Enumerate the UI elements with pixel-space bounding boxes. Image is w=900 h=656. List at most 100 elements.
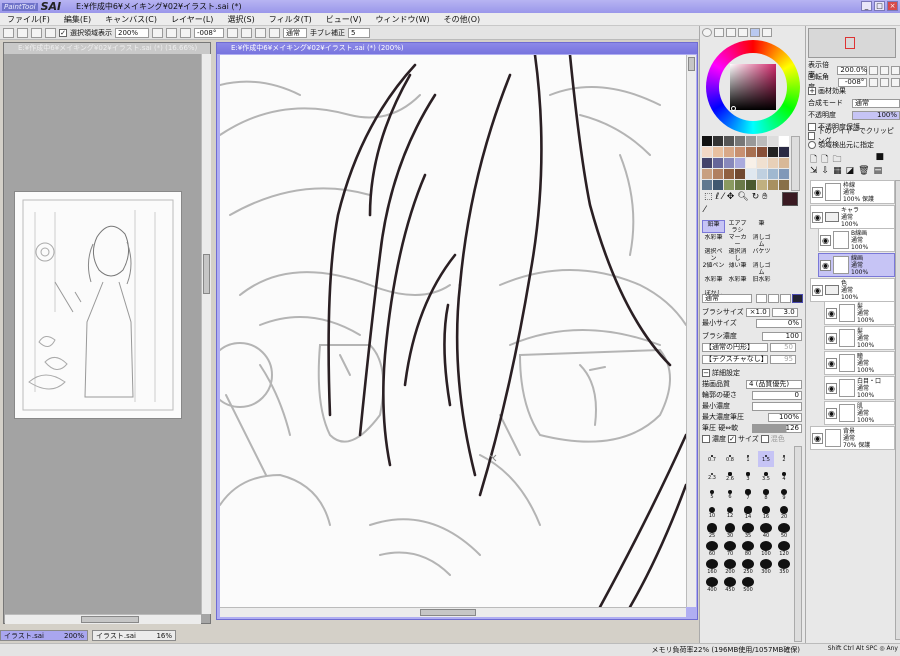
brush-size-preset[interactable]: 500 [740,577,756,593]
brush-shape-select[interactable]: 【通常の円形】 [702,343,768,352]
detail-settings-header[interactable]: − 詳細設定 [702,368,740,378]
brush-size-preset[interactable]: 80 [740,541,756,557]
color-swatch[interactable] [735,169,745,179]
menu-file[interactable]: ファイル(F) [0,14,57,25]
color-swatch[interactable] [724,169,734,179]
overview-vertical-scrollbar[interactable] [201,54,211,614]
nav-rotate-right-button[interactable] [880,77,890,87]
brush-size-preset[interactable]: 4 [776,469,792,485]
preserve-opacity-checkbox[interactable] [808,122,816,131]
brush-size-preset[interactable]: 400 [704,577,720,593]
color-swatch[interactable] [757,158,767,168]
brush-density-value[interactable]: 100 [762,331,802,341]
zoom-reset-button[interactable] [180,27,191,38]
color-swatch[interactable] [757,169,767,179]
brush-size-preset[interactable]: 14 [740,505,756,521]
brush-size-multiplier[interactable]: ×1.0 [745,307,770,317]
texture-effect-header[interactable]: + 画材効果 [808,86,846,96]
brush-size-preset[interactable]: 250 [740,559,756,575]
drawing-canvas[interactable] [220,55,686,607]
layer-visibility-icon[interactable]: ◉ [826,407,837,419]
brush-mode-select[interactable]: 通常 [702,294,752,303]
brush-size-preset[interactable]: 8 [758,487,774,503]
overview-vscroll-thumb[interactable] [203,254,210,294]
layer-visibility-icon[interactable]: ◉ [812,284,823,296]
color-picker-cursor[interactable] [731,106,736,111]
brush-size-preset[interactable]: 9 [776,487,792,503]
color-swatch[interactable] [746,136,756,146]
rotation-field[interactable]: -008° [194,27,224,38]
layer-visibility-icon[interactable]: ◉ [826,357,837,369]
brush-size-preset[interactable]: 120 [776,541,792,557]
brush-size-preset[interactable]: 2 [776,451,792,467]
hsv-slider-mode-icon[interactable] [726,28,736,37]
menu-window[interactable]: ウィンドウ(W) [368,14,436,25]
brush-size-preset[interactable]: 40 [758,523,774,539]
brush-texture-select[interactable]: 【テクスチャなし】 [702,355,768,364]
brush-size-scrollbar[interactable] [794,446,802,642]
tool-airbrush[interactable]: エアブラシ [726,220,749,233]
foreground-color[interactable] [782,192,798,206]
layer-item[interactable]: ◉ B線画 通常 100% [818,228,895,252]
color-swatches[interactable] [702,136,790,191]
document-tab-active[interactable]: イラスト.sai 200% [0,630,88,641]
tool-eraser-2[interactable]: 消しゴム [750,262,773,275]
brush-size-preset[interactable]: 25 [704,523,720,539]
color-wheel[interactable] [706,40,800,134]
merge-layer-icon[interactable]: ▦ [833,166,842,176]
color-swatch[interactable] [724,158,734,168]
tool-watercolor-2[interactable]: 水彩筆 [702,276,725,289]
zoom-field[interactable]: 200% [115,27,149,38]
brush-size-preset[interactable]: 1 [740,451,756,467]
color-swatch[interactable] [757,136,767,146]
color-swatch[interactable] [779,169,789,179]
rotate-reset-button[interactable] [255,27,266,38]
menu-canvas[interactable]: キャンバス(C) [98,14,164,25]
layer-visibility-icon[interactable]: ◉ [812,211,823,223]
brush-texture-strength[interactable]: 95 [770,355,796,364]
color-swatch[interactable] [779,158,789,168]
tool-binary-pen[interactable]: 2値ペン [702,262,725,275]
brush-mode-value[interactable]: 通常 [702,294,752,303]
color-swatch[interactable] [779,147,789,157]
invert-selection-button[interactable] [45,27,56,38]
zoom-icon[interactable]: 🔍︎ [737,192,748,202]
nav-rotate-reset-button[interactable] [891,77,900,87]
layer-visibility-icon[interactable]: ◉ [826,382,837,394]
blend-mode-select[interactable]: 通常 [283,27,307,38]
brush-size-preset[interactable]: 60 [704,541,720,557]
opacity-slider[interactable]: 100% [852,110,900,120]
brush-size-preset[interactable]: 12 [722,505,738,521]
layer-blend-select[interactable]: 通常 [852,98,900,108]
brush-size-value[interactable]: 3.0 [771,307,798,317]
brush-size-preset[interactable]: 160 [704,559,720,575]
pressure-density-checkbox[interactable] [702,435,710,443]
layer-visibility-icon[interactable]: ◉ [826,307,837,319]
zoom-in-button[interactable] [166,27,177,38]
move-icon[interactable]: ✥ [727,192,735,202]
color-swatch[interactable] [746,158,756,168]
tool-old-watercolor[interactable]: 旧水彩 [750,276,773,289]
undo-button[interactable] [3,27,14,38]
brush-size-preset[interactable]: 0.8 [722,451,738,467]
brush-size-preset[interactable]: 10 [704,505,720,521]
brush-size-preset[interactable]: 450 [722,577,738,593]
layer-item[interactable]: ◉ 白目・口 通常 100% [824,376,895,400]
lasso-icon[interactable]: ℓ [716,192,720,202]
menu-edit[interactable]: 編集(E) [57,14,98,25]
color-swatch[interactable] [735,158,745,168]
edge-hardness-value[interactable]: 0 [752,390,802,400]
quality-select[interactable]: 4 (品質優先) [746,379,802,389]
brush-size-preset[interactable]: 50 [776,523,792,539]
color-swatch[interactable] [779,136,789,146]
detection-source-radio[interactable] [808,140,816,149]
clipping-checkbox[interactable] [808,131,816,140]
layer-visibility-icon[interactable]: ◉ [820,259,831,271]
layer-visibility-icon[interactable]: ◉ [820,234,831,246]
layer-item[interactable]: ◉ 枠線 通常 100% 保護 [810,180,895,204]
color-swatch[interactable] [757,180,767,190]
menu-filter[interactable]: フィルタ(T) [262,14,319,25]
brush-size-preset[interactable]: 2.6 [722,469,738,485]
color-swatch[interactable] [768,169,778,179]
selection-display-checkbox[interactable]: ✓ [59,28,67,37]
